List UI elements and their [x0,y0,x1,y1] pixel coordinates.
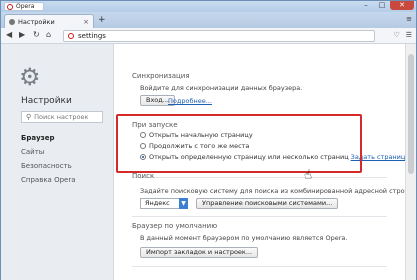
tab-settings[interactable]: Настройки × [4,14,94,28]
reload-button[interactable]: ↻ [33,30,40,40]
back-button[interactable]: ◀ [6,30,12,40]
sidebar-title: Настройки [21,96,72,106]
default-browser-section-title: Браузер по умолчанию [132,222,218,230]
search-section-title: Поиск [132,172,155,180]
search-input[interactable] [34,113,99,121]
close-window-button[interactable]: ✕ [390,1,414,10]
address-bar[interactable]: settings [63,30,375,42]
sidebar-item-browser[interactable]: Браузер [21,131,76,145]
divider [132,266,387,267]
settings-sidebar: ⚙ Настройки ⚲ Браузер Сайты Безопасность… [1,44,114,280]
heart-icon[interactable]: ♡ [393,31,399,39]
forward-button[interactable]: ▶ [19,30,25,40]
sidebar-item-sites[interactable]: Сайты [21,145,76,159]
opera-address-icon [68,33,74,39]
search-description: Задайте поисковую систему для поиска из … [140,187,413,195]
tab-close-icon[interactable]: × [83,18,89,26]
menu-icon[interactable]: ☰ [406,31,412,39]
chevron-down-icon: ▼ [179,198,188,209]
tab-menu-icon[interactable]: ≡ [406,15,412,23]
divider [132,216,387,217]
sync-more-link[interactable]: Подробнее... [168,97,212,105]
address-url[interactable]: settings [78,32,106,40]
settings-page: ⚙ Настройки ⚲ Браузер Сайты Безопасность… [1,44,416,280]
maximize-button[interactable]: □ [374,1,390,10]
search-engine-value: Яндекс [145,199,170,207]
search-engine-select[interactable]: Яндекс ▼ [140,198,188,209]
new-tab-button[interactable]: + [98,16,106,25]
address-toolbar: ◀ ▶ ↻ ⌂ settings ♡ ☰ [1,28,416,44]
vertical-scrollbar[interactable] [405,44,416,280]
manage-search-engines-button[interactable]: Управление поисковыми системами... [196,198,339,209]
settings-tab-icon [9,18,15,25]
tab-bar: Настройки × + ≡ [1,12,416,28]
startup-highlight-box [116,114,362,173]
home-button[interactable]: ⌂ [46,30,51,40]
title-bar: Opera – □ ✕ [1,1,416,12]
search-icon: ⚲ [26,113,32,121]
scrollbar-thumb[interactable] [408,54,414,174]
sync-description: Войдите для синхронизации данных браузер… [140,84,303,92]
minimize-button[interactable]: – [358,1,374,10]
sync-section-title: Синхронизация [132,72,190,80]
sidebar-item-security[interactable]: Безопасность [21,159,76,173]
sidebar-item-help[interactable]: Справка Opera [21,173,76,187]
opera-menu-button[interactable]: Opera [4,2,44,11]
default-browser-description: В данный момент браузером по умолчанию я… [140,234,348,242]
opera-logo-icon [7,3,13,10]
opera-badge-label: Opera [16,3,35,10]
divider [132,177,387,178]
settings-search[interactable]: ⚲ [21,111,103,123]
browser-window: Opera – □ ✕ Настройки × + ≡ ◀ ▶ ↻ ⌂ sett… [0,0,417,280]
gear-icon: ⚙ [19,63,41,91]
import-bookmarks-button[interactable]: Импорт закладок и настроек... [140,247,259,258]
tab-label: Настройки [18,17,55,26]
